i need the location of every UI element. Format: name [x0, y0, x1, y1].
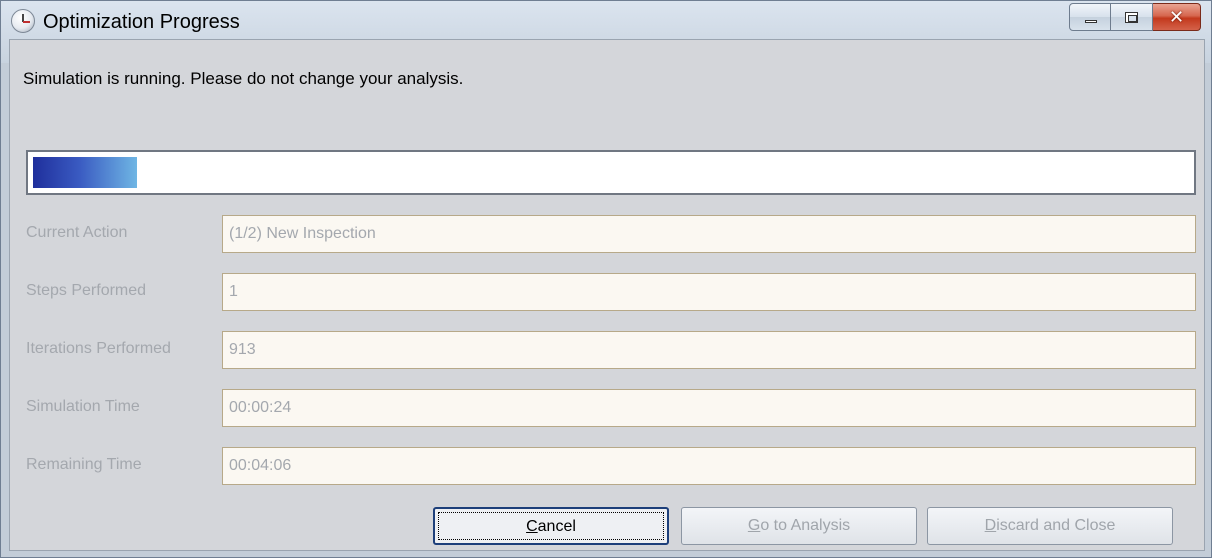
steps-performed-field: 1	[222, 273, 1196, 311]
cancel-button[interactable]: Cancel	[433, 507, 669, 545]
minimize-button[interactable]	[1069, 3, 1111, 31]
go-to-analysis-mnemonic: G	[747, 517, 761, 534]
go-to-analysis-label: o to Analysis	[760, 517, 851, 534]
field-row-current-action: Current Action (1/2) New Inspection	[26, 215, 1196, 253]
maximize-button[interactable]	[1111, 3, 1153, 31]
field-row-remaining-time: Remaining Time 00:04:06	[26, 447, 1196, 485]
simulation-time-field: 00:00:24	[222, 389, 1196, 427]
current-action-label: Current Action	[26, 224, 128, 241]
iterations-performed-field: 913	[222, 331, 1196, 369]
field-row-simulation-time: Simulation Time 00:00:24	[26, 389, 1196, 427]
discard-and-close-mnemonic: D	[984, 517, 997, 534]
discard-and-close-label: iscard and Close	[996, 517, 1116, 534]
optimization-progress-window: Optimization Progress ✕ Simulation is ru…	[0, 0, 1212, 558]
status-message: Simulation is running. Please do not cha…	[23, 69, 464, 88]
progress-bar-fill	[33, 157, 137, 188]
window-title: Optimization Progress	[43, 11, 240, 33]
window-controls: ✕	[1069, 3, 1201, 31]
iterations-performed-label: Iterations Performed	[26, 340, 171, 357]
close-icon: ✕	[1168, 7, 1185, 27]
remaining-time-field: 00:04:06	[222, 447, 1196, 485]
steps-performed-label: Steps Performed	[26, 282, 147, 299]
go-to-analysis-button[interactable]: Go to Analysis	[681, 507, 917, 545]
remaining-time-label: Remaining Time	[26, 456, 142, 473]
progress-bar	[26, 150, 1196, 195]
close-button[interactable]: ✕	[1153, 3, 1201, 31]
field-row-iterations-performed: Iterations Performed 913	[26, 331, 1196, 369]
field-row-steps-performed: Steps Performed 1	[26, 273, 1196, 311]
discard-and-close-button[interactable]: Discard and Close	[927, 507, 1173, 545]
maximize-icon	[1125, 12, 1138, 23]
minimize-icon	[1085, 20, 1097, 23]
current-action-field: (1/2) New Inspection	[222, 215, 1196, 253]
stopwatch-icon	[11, 9, 35, 33]
simulation-time-label: Simulation Time	[26, 398, 140, 415]
focus-rectangle	[438, 512, 664, 540]
